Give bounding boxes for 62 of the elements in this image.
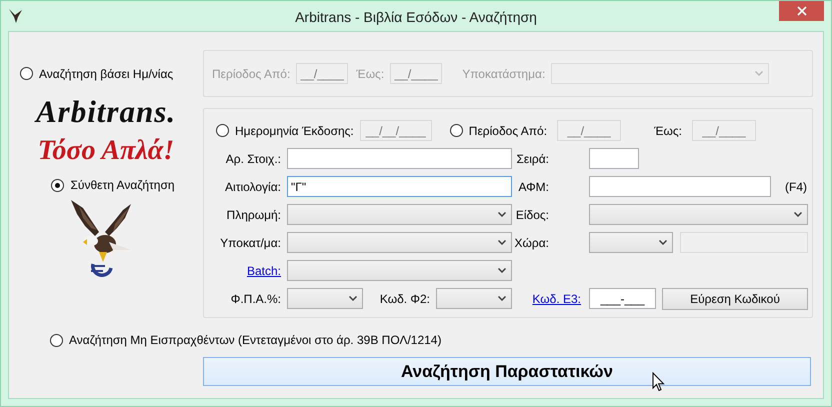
dropdown[interactable] xyxy=(589,204,808,225)
close-icon xyxy=(796,6,806,16)
radio-label[interactable]: Αναζήτηση Μη Εισπραχθέντων (Εντεταγμένοι στο άρ. 39Β ΠΟΛ/1214) xyxy=(69,333,442,347)
date-field[interactable]: __/____ xyxy=(296,63,348,84)
field-label: Φ.Π.Α.%: xyxy=(230,292,282,306)
radio-label[interactable]: Ημερομηνία Έκδοσης: xyxy=(235,124,354,138)
dropdown[interactable] xyxy=(287,232,512,253)
chevron-icon xyxy=(498,240,506,245)
radio-label[interactable]: Σύνθετη Αναζήτηση xyxy=(70,178,175,192)
chevron-icon xyxy=(755,71,764,76)
dropdown[interactable] xyxy=(551,63,770,84)
field-label: Κωδ. Φ2: xyxy=(378,292,431,306)
radio-label[interactable]: Αναζήτηση βάσει Ημ/νίας xyxy=(39,66,174,80)
search-button[interactable]: Αναζήτηση Παραστατικών xyxy=(203,357,811,386)
eagle-icon xyxy=(9,9,23,23)
radio-label[interactable]: Περίοδος Από: xyxy=(468,124,548,138)
chevron-icon xyxy=(498,268,506,273)
field-label: Σειρά: xyxy=(515,152,550,166)
chevron-icon xyxy=(349,296,357,301)
text-field[interactable] xyxy=(589,176,771,197)
date-field[interactable]: __/____ xyxy=(390,63,442,84)
find-code-button[interactable]: Εύρεση Κωδικού xyxy=(662,288,808,310)
field-label: Υποκατ/μα: xyxy=(219,236,282,250)
field-label: Αρ. Στοιχ.: xyxy=(224,152,282,166)
radio-button[interactable] xyxy=(450,124,463,137)
text-field[interactable] xyxy=(589,148,639,169)
radio-button[interactable] xyxy=(51,178,64,192)
chevron-icon xyxy=(794,212,802,217)
close-button[interactable] xyxy=(779,1,824,21)
dropdown[interactable] xyxy=(287,288,363,309)
chevron-icon xyxy=(498,212,506,217)
date-field[interactable]: __/__/____ xyxy=(360,120,432,141)
field-label: Περίοδος Από: xyxy=(212,66,290,80)
field-label: Είδος: xyxy=(514,208,550,222)
radio-button[interactable] xyxy=(50,334,63,346)
field-label: Έως: xyxy=(356,66,384,80)
date-field[interactable]: __/____ xyxy=(692,120,756,141)
field-label: ΑΦΜ: xyxy=(517,180,550,194)
field-label: Χώρα: xyxy=(514,236,550,250)
radio-button[interactable] xyxy=(20,67,33,80)
batch-link[interactable]: Batch: xyxy=(246,264,281,278)
field-label: Πληρωμή: xyxy=(226,208,282,222)
slogan: Τόσο Απλά! xyxy=(38,134,174,168)
window-title: Arbitrans - Βιβλία Εσόδων - Αναζήτηση xyxy=(295,9,537,25)
chevron-icon xyxy=(498,296,506,301)
text-field[interactable] xyxy=(287,148,512,169)
logo-text: Arbitrans. xyxy=(36,94,176,130)
radio-button[interactable] xyxy=(216,124,229,137)
code-field[interactable]: ___-___ xyxy=(589,288,656,309)
field-label: Υποκατάστημα: xyxy=(462,66,546,80)
dropdown[interactable] xyxy=(287,260,512,281)
field-label: Έως: xyxy=(654,124,682,138)
chevron-icon xyxy=(659,240,667,245)
field-label: Αιτιολογία: xyxy=(224,180,282,194)
text-field[interactable]: "Γ" xyxy=(287,176,512,197)
date-field[interactable]: __/____ xyxy=(557,120,622,141)
dropdown[interactable] xyxy=(436,288,512,309)
code-link[interactable]: Κωδ. Ε3: xyxy=(532,292,581,306)
dropdown[interactable] xyxy=(287,204,512,225)
dropdown[interactable] xyxy=(589,232,673,253)
cursor-icon xyxy=(652,372,665,392)
shortcut-hint: (F4) xyxy=(785,180,807,194)
